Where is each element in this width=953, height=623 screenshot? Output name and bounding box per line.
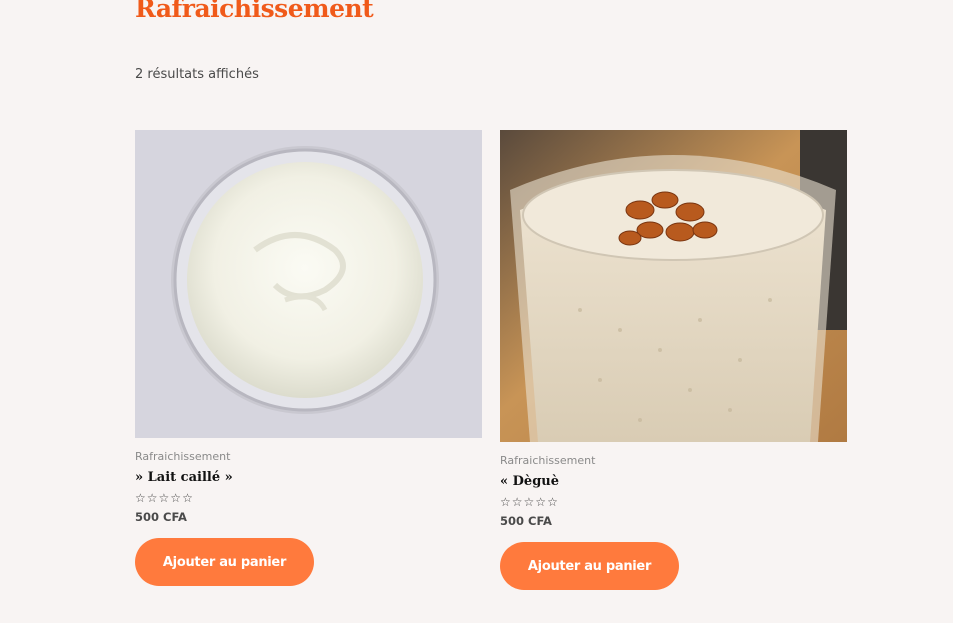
product-title[interactable]: « Dèguè bbox=[500, 474, 847, 490]
star-rating: ☆ ☆ ☆ ☆ ☆ bbox=[135, 492, 482, 504]
empty-star-icon: ☆ bbox=[523, 495, 535, 509]
empty-star-icon: ☆ bbox=[535, 495, 547, 509]
page-title: Rafraichissement bbox=[135, 0, 374, 23]
empty-star-icon: ☆ bbox=[511, 495, 523, 509]
product-title[interactable]: » Lait caillé » bbox=[135, 470, 482, 486]
empty-star-icon: ☆ bbox=[135, 491, 146, 505]
product-card: Rafraichissement » Lait caillé » ☆ ☆ ☆ ☆… bbox=[135, 130, 482, 586]
empty-star-icon: ☆ bbox=[158, 491, 170, 505]
product-card: Rafraichissement « Dèguè ☆ ☆ ☆ ☆ ☆ 500 C… bbox=[500, 130, 847, 590]
empty-star-icon: ☆ bbox=[182, 491, 193, 505]
product-category: Rafraichissement bbox=[500, 454, 596, 467]
product-image-degue[interactable] bbox=[500, 130, 847, 442]
empty-star-icon: ☆ bbox=[500, 495, 511, 509]
result-count: 2 résultats affichés bbox=[135, 67, 259, 82]
add-to-cart-button[interactable]: Ajouter au panier bbox=[500, 542, 679, 590]
empty-star-icon: ☆ bbox=[146, 491, 158, 505]
product-price: 500 CFA bbox=[135, 510, 187, 524]
product-category: Rafraichissement bbox=[135, 450, 231, 463]
empty-star-icon: ☆ bbox=[170, 491, 182, 505]
star-rating: ☆ ☆ ☆ ☆ ☆ bbox=[500, 496, 847, 508]
product-image-lait-caille[interactable] bbox=[135, 130, 482, 438]
add-to-cart-button[interactable]: Ajouter au panier bbox=[135, 538, 314, 586]
empty-star-icon: ☆ bbox=[547, 495, 558, 509]
product-price: 500 CFA bbox=[500, 514, 552, 528]
